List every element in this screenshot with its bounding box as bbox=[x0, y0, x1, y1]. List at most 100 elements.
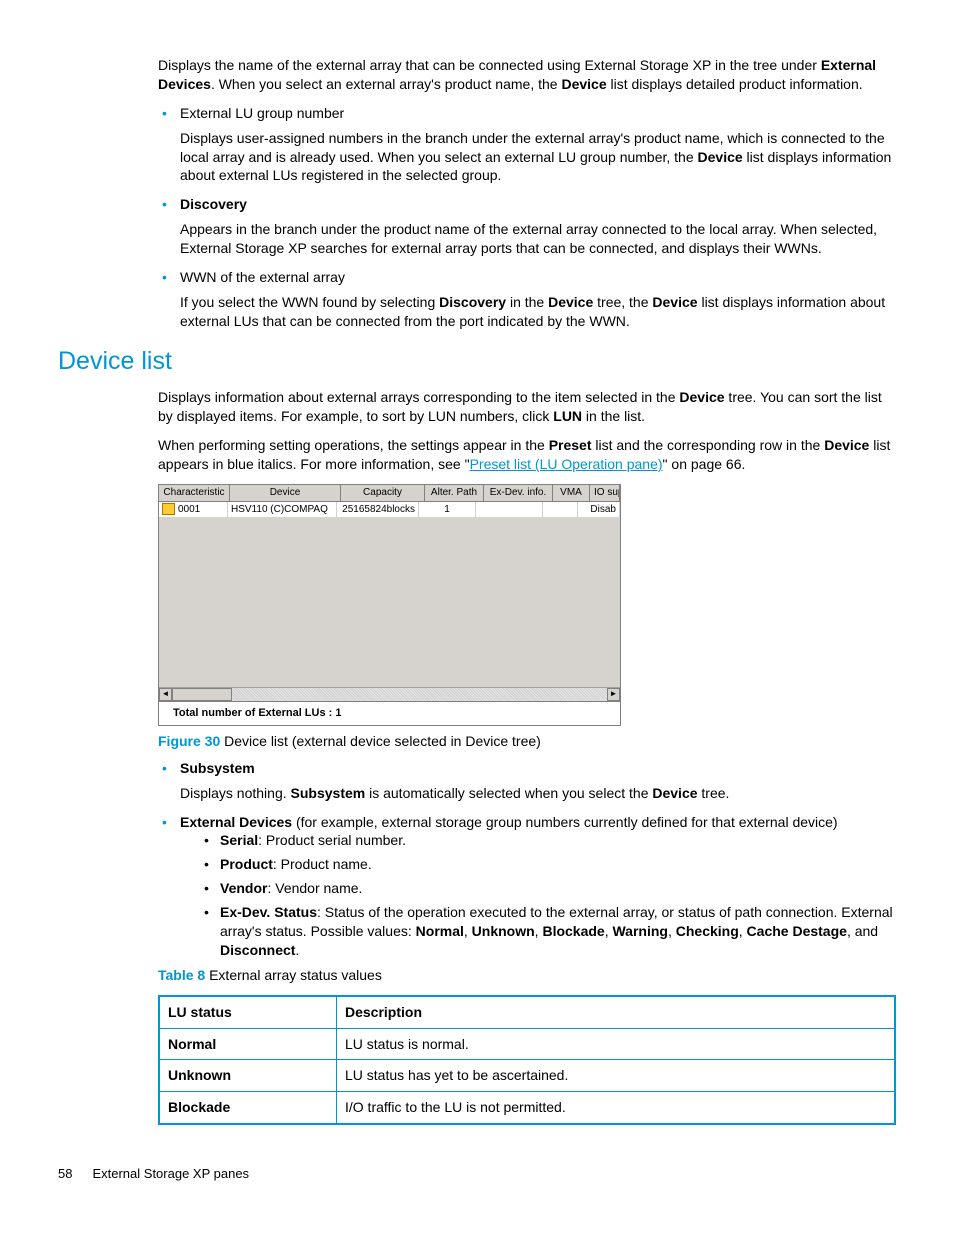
text: in the bbox=[506, 294, 548, 310]
text: , bbox=[668, 923, 676, 939]
xref-link[interactable]: Preset list (LU Operation pane) bbox=[470, 456, 663, 472]
col-header[interactable]: VMA bbox=[553, 485, 590, 501]
cell-desc: I/O traffic to the LU is not permitted. bbox=[337, 1092, 896, 1124]
table-caption: Table 8 External array status values bbox=[158, 966, 896, 985]
cell-status: Blockade bbox=[159, 1092, 337, 1124]
table-row[interactable]: 0001 HSV110 (C)COMPAQ 25165824blocks 1 D… bbox=[159, 502, 620, 518]
text: Displays the name of the external array … bbox=[158, 57, 821, 73]
table-row: Blockade I/O traffic to the LU is not pe… bbox=[159, 1092, 895, 1124]
bold: Device bbox=[698, 149, 743, 165]
list-item: Product: Product name. bbox=[200, 855, 896, 874]
bold: Subsystem bbox=[291, 785, 366, 801]
bold: Serial bbox=[220, 832, 258, 848]
bold: Product bbox=[220, 856, 273, 872]
bold: Device bbox=[652, 294, 697, 310]
text: tree. bbox=[698, 785, 730, 801]
item-title: External Devices bbox=[180, 814, 292, 830]
text: Displays nothing. bbox=[180, 785, 291, 801]
cell-desc: LU status is normal. bbox=[337, 1028, 896, 1060]
item-title: Subsystem bbox=[180, 760, 255, 776]
status-table: LU status Description Normal LU status i… bbox=[158, 995, 896, 1126]
bold: Normal bbox=[416, 923, 464, 939]
screenshot-footer: Total number of External LUs : 1 bbox=[159, 701, 620, 725]
text: list and the corresponding row in the bbox=[592, 437, 825, 453]
list-item: External Devices (for example, external … bbox=[158, 813, 896, 960]
cell bbox=[476, 502, 543, 518]
col-header[interactable]: Ex-Dev. info. bbox=[484, 485, 553, 501]
cell: 1 bbox=[419, 502, 476, 518]
col-header[interactable]: Device bbox=[230, 485, 341, 501]
item-body: Displays user-assigned numbers in the br… bbox=[180, 129, 896, 186]
scroll-track[interactable] bbox=[232, 688, 607, 701]
figure-text: Device list (external device selected in… bbox=[220, 733, 541, 749]
text: . bbox=[295, 942, 299, 958]
item-title: External LU group number bbox=[180, 105, 344, 121]
cell bbox=[543, 502, 578, 518]
bold: Ex-Dev. Status bbox=[220, 904, 317, 920]
text: , bbox=[464, 923, 472, 939]
text: . When you select an external array's pr… bbox=[211, 76, 562, 92]
col-header[interactable]: Capacity bbox=[341, 485, 425, 501]
text: 0001 bbox=[178, 504, 200, 515]
col-header[interactable]: Alter. Path bbox=[425, 485, 484, 501]
bold: Disconnect bbox=[220, 942, 295, 958]
bold: Vendor bbox=[220, 880, 267, 896]
text: : Product name. bbox=[273, 856, 372, 872]
list-item: Vendor: Vendor name. bbox=[200, 879, 896, 898]
page-number: 58 bbox=[58, 1166, 72, 1181]
item-body: Appears in the branch under the product … bbox=[180, 220, 896, 258]
bold: Device bbox=[548, 294, 593, 310]
text: is automatically selected when you selec… bbox=[365, 785, 652, 801]
cell: 25165824blocks bbox=[337, 502, 419, 518]
item-body: If you select the WWN found by selecting… bbox=[180, 293, 896, 331]
list-item: External LU group number Displays user-a… bbox=[158, 104, 896, 186]
para: When performing setting operations, the … bbox=[158, 436, 896, 474]
scroll-thumb[interactable] bbox=[172, 688, 232, 701]
bullet-list-2: Subsystem Displays nothing. Subsystem is… bbox=[158, 759, 896, 960]
bold: Blockade bbox=[542, 923, 604, 939]
table-row: Normal LU status is normal. bbox=[159, 1028, 895, 1060]
bold: Device bbox=[561, 76, 606, 92]
cell-status: Unknown bbox=[159, 1060, 337, 1092]
figure-caption: Figure 30 Device list (external device s… bbox=[158, 732, 896, 751]
text: in the list. bbox=[582, 408, 645, 424]
col-header[interactable]: IO suppre bbox=[590, 485, 620, 501]
col-header[interactable]: Characteristic bbox=[159, 485, 230, 501]
text: When performing setting operations, the … bbox=[158, 437, 549, 453]
text: , bbox=[739, 923, 747, 939]
horizontal-scrollbar[interactable]: ◄ ► bbox=[159, 687, 620, 701]
text: , and bbox=[847, 923, 878, 939]
bold: Discovery bbox=[439, 294, 506, 310]
table-header-row: LU status Description bbox=[159, 996, 895, 1028]
cell: Disab bbox=[578, 502, 620, 518]
scroll-left-icon[interactable]: ◄ bbox=[159, 688, 172, 701]
col-header: Description bbox=[337, 996, 896, 1028]
item-title: Discovery bbox=[180, 196, 247, 212]
table-row: Unknown LU status has yet to be ascertai… bbox=[159, 1060, 895, 1092]
bold: Warning bbox=[612, 923, 667, 939]
bold: Unknown bbox=[472, 923, 535, 939]
section-heading-device-list: Device list bbox=[58, 345, 896, 379]
bold: Device bbox=[679, 389, 724, 405]
text: : Vendor name. bbox=[267, 880, 362, 896]
list-item: Discovery Appears in the branch under th… bbox=[158, 195, 896, 258]
cell-desc: LU status has yet to be ascertained. bbox=[337, 1060, 896, 1092]
section-content: Displays information about external arra… bbox=[158, 388, 896, 1125]
bold: Preset bbox=[549, 437, 592, 453]
body-content: Displays the name of the external array … bbox=[158, 56, 896, 331]
list-item: Ex-Dev. Status: Status of the operation … bbox=[200, 903, 896, 960]
text: : Product serial number. bbox=[258, 832, 406, 848]
text: (for example, external storage group num… bbox=[292, 814, 838, 830]
para: Displays information about external arra… bbox=[158, 388, 896, 426]
item-title: WWN of the external array bbox=[180, 269, 345, 285]
table-header-row: Characteristic Device Capacity Alter. Pa… bbox=[159, 485, 620, 502]
list-item: Subsystem Displays nothing. Subsystem is… bbox=[158, 759, 896, 803]
bullet-list-1: External LU group number Displays user-a… bbox=[158, 104, 896, 331]
col-header: LU status bbox=[159, 996, 337, 1028]
bold: LUN bbox=[553, 408, 582, 424]
item-body: Displays nothing. Subsystem is automatic… bbox=[180, 784, 896, 803]
figure-label: Figure 30 bbox=[158, 733, 220, 749]
scroll-right-icon[interactable]: ► bbox=[607, 688, 620, 701]
cell: 0001 bbox=[159, 502, 228, 518]
table-caption-text: External array status values bbox=[205, 967, 382, 983]
